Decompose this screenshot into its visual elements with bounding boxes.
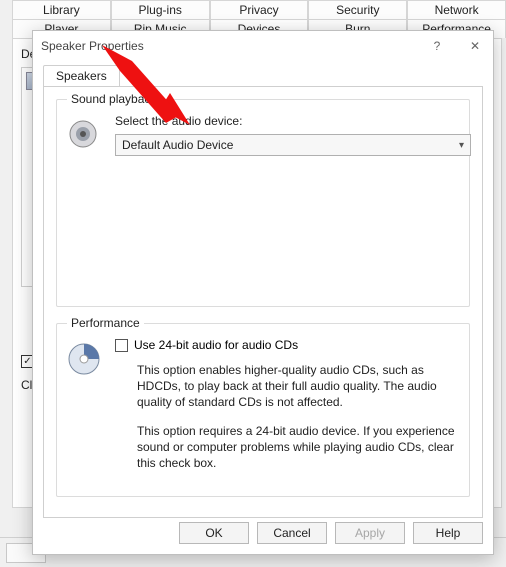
- titlebar: Speaker Properties ? ✕: [33, 31, 493, 61]
- use-24bit-label: Use 24-bit audio for audio CDs: [134, 338, 298, 352]
- use-24bit-checkbox[interactable]: [115, 339, 128, 352]
- bg-tab-security[interactable]: Security: [308, 0, 407, 19]
- apply-button[interactable]: Apply: [335, 522, 405, 544]
- help-button[interactable]: Help: [413, 522, 483, 544]
- audio-device-value: Default Audio Device: [122, 138, 233, 152]
- performance-title: Performance: [67, 316, 144, 330]
- speaker-properties-dialog: Speaker Properties ? ✕ Speakers Sound pl…: [32, 30, 494, 555]
- audio-device-select[interactable]: Default Audio Device ▾: [115, 134, 471, 156]
- ok-button[interactable]: OK: [179, 522, 249, 544]
- sound-playback-group: Sound playback Select the audio device: …: [56, 99, 470, 307]
- performance-group: Performance Use 24-bit audio for audio C…: [56, 323, 470, 497]
- chevron-down-icon: ▾: [459, 140, 464, 151]
- disc-icon: [67, 342, 101, 376]
- bg-tab-library[interactable]: Library: [12, 0, 111, 19]
- tab-speakers[interactable]: Speakers: [43, 65, 120, 86]
- dialog-body: Sound playback Select the audio device: …: [43, 86, 483, 518]
- dialog-title: Speaker Properties: [41, 39, 144, 53]
- speaker-icon: [67, 118, 99, 150]
- bg-tab-plugins[interactable]: Plug-ins: [111, 0, 210, 19]
- perf-desc-2: This option requires a 24-bit audio devi…: [137, 423, 459, 472]
- cancel-button[interactable]: Cancel: [257, 522, 327, 544]
- select-audio-device-label: Select the audio device:: [115, 114, 459, 128]
- close-icon[interactable]: ✕: [465, 39, 485, 53]
- sound-playback-title: Sound playback: [67, 92, 160, 106]
- perf-desc-1: This option enables higher-quality audio…: [137, 362, 459, 411]
- bg-tab-network[interactable]: Network: [407, 0, 506, 19]
- bg-tab-privacy[interactable]: Privacy: [210, 0, 309, 19]
- help-icon[interactable]: ?: [427, 39, 447, 53]
